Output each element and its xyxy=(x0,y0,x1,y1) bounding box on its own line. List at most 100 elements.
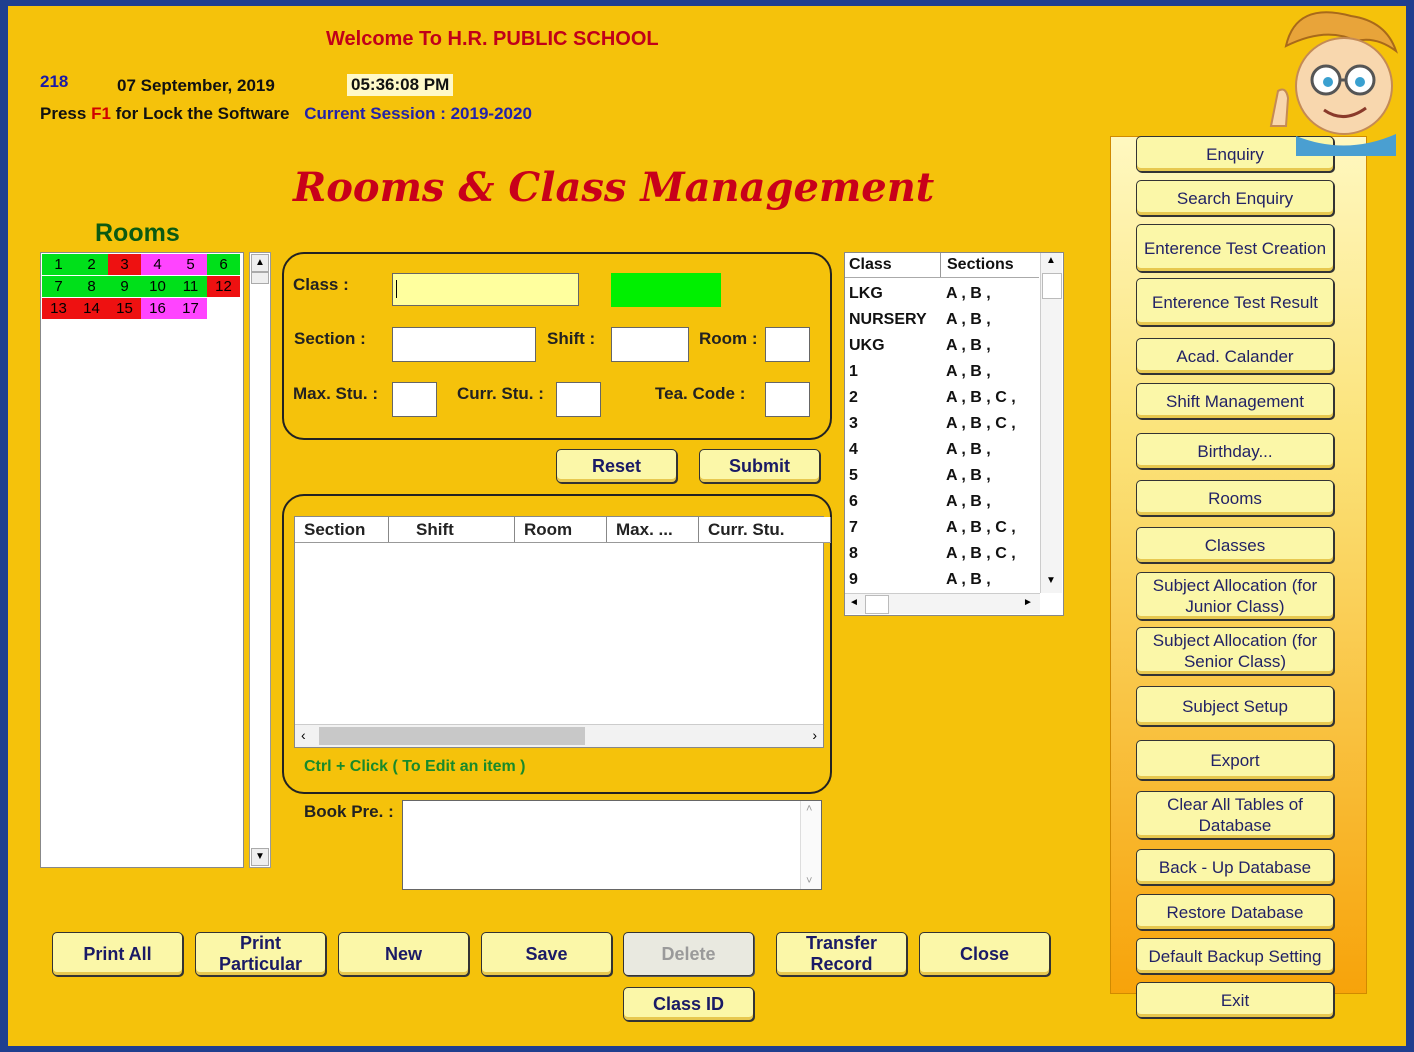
class-col-header[interactable]: Class xyxy=(849,256,892,274)
room-cell[interactable]: 10 xyxy=(141,276,174,297)
room-cell[interactable]: 9 xyxy=(108,276,141,297)
room-cell[interactable]: 2 xyxy=(75,254,108,275)
class-list-sections[interactable]: A , B , xyxy=(946,493,991,511)
side-menu-button[interactable]: Clear All Tables of Database xyxy=(1136,791,1334,839)
side-menu-button[interactable]: Acad. Calander xyxy=(1136,338,1334,374)
grid-col-shift[interactable]: Shift xyxy=(389,517,515,542)
class-list-item[interactable]: 1 xyxy=(849,363,858,381)
grid-col-room[interactable]: Room xyxy=(515,517,607,542)
chevron-up-icon[interactable]: ˄ xyxy=(806,803,812,815)
class-list-sections[interactable]: A , B , xyxy=(946,337,991,355)
scroll-left-icon[interactable]: ‹ xyxy=(301,727,306,743)
scroll-up-icon[interactable]: ▲ xyxy=(251,254,269,272)
class-list-item[interactable]: 5 xyxy=(849,467,858,485)
side-menu-button[interactable]: Classes xyxy=(1136,527,1334,563)
transfer-record-button[interactable]: Transfer Record xyxy=(776,932,907,976)
class-list-item[interactable]: 3 xyxy=(849,415,858,433)
room-cell[interactable]: 4 xyxy=(141,254,174,275)
tea-code-input[interactable] xyxy=(765,382,810,417)
class-list-hscroll[interactable]: ◄ ► xyxy=(845,593,1040,614)
print-all-button[interactable]: Print All xyxy=(52,932,183,976)
class-list-item[interactable]: LKG xyxy=(849,285,883,303)
class-list-item[interactable]: 2 xyxy=(849,389,858,407)
book-pre-textarea[interactable]: ˄ ˅ xyxy=(402,800,822,890)
side-menu-button[interactable]: Default Backup Setting xyxy=(1136,938,1334,974)
class-list-sections[interactable]: A , B , C , xyxy=(946,519,1016,537)
sections-col-header[interactable]: Sections xyxy=(947,256,1014,274)
room-cell[interactable]: 13 xyxy=(42,298,75,319)
section-input[interactable] xyxy=(392,327,536,362)
room-cell[interactable]: 12 xyxy=(207,276,240,297)
class-list-sections[interactable]: A , B , C , xyxy=(946,389,1016,407)
class-list-item[interactable]: NURSERY xyxy=(849,311,927,329)
class-list-sections[interactable]: A , B , xyxy=(946,311,991,329)
class-list-sections[interactable]: A , B , C , xyxy=(946,415,1016,433)
side-menu-button[interactable]: Subject Setup xyxy=(1136,686,1334,726)
room-cell[interactable]: 3 xyxy=(108,254,141,275)
save-button[interactable]: Save xyxy=(481,932,612,976)
side-menu-button[interactable]: Enterence Test Result xyxy=(1136,278,1334,326)
side-menu-button[interactable]: Back - Up Database xyxy=(1136,849,1334,885)
side-menu-button[interactable]: Enterence Test Creation xyxy=(1136,224,1334,272)
class-list-sections[interactable]: A , B , xyxy=(946,467,991,485)
grid-hscroll[interactable]: ‹ › xyxy=(295,724,823,747)
class-list-item[interactable]: 9 xyxy=(849,571,858,589)
class-list-sections[interactable]: A , B , C , xyxy=(946,545,1016,563)
room-cell[interactable]: 15 xyxy=(108,298,141,319)
hscroll-thumb[interactable] xyxy=(319,727,585,745)
room-cell[interactable]: 6 xyxy=(207,254,240,275)
class-list-item[interactable]: UKG xyxy=(849,337,885,355)
room-cell[interactable]: 16 xyxy=(141,298,174,319)
scroll-right-icon[interactable]: › xyxy=(812,727,817,743)
close-button[interactable]: Close xyxy=(919,932,1050,976)
class-list-sections[interactable]: A , B , xyxy=(946,363,991,381)
side-menu-button[interactable]: Search Enquiry xyxy=(1136,180,1334,216)
class-list[interactable]: Class Sections ▲ ▼ ◄ ► LKG A , B , NURSERY… xyxy=(844,252,1064,616)
print-particular-button[interactable]: Print Particular xyxy=(195,932,326,976)
rooms-list[interactable]: 1 2 3 4 5 6 7 8 9 10 11 12 13 14 15 16 17 xyxy=(40,252,244,868)
grid-col-curr[interactable]: Curr. Stu. xyxy=(699,517,831,542)
grid-col-section[interactable]: Section xyxy=(295,517,389,542)
side-menu-button[interactable]: Export xyxy=(1136,740,1334,780)
class-list-item[interactable]: 6 xyxy=(849,493,858,511)
section-grid[interactable]: Section Shift Room Max. ... Curr. Stu. ‹… xyxy=(294,516,831,748)
side-menu-button[interactable]: Subject Allocation (for Senior Class) xyxy=(1136,627,1334,675)
room-input[interactable] xyxy=(765,327,810,362)
side-menu-button[interactable]: Birthday... xyxy=(1136,433,1334,469)
scroll-left-icon[interactable]: ◄ xyxy=(849,597,859,608)
scroll-up-icon[interactable]: ▲ xyxy=(1046,255,1056,266)
class-list-vscroll[interactable]: ▲ ▼ xyxy=(1040,253,1062,593)
delete-button[interactable]: Delete xyxy=(623,932,754,976)
class-list-item[interactable]: 7 xyxy=(849,519,858,537)
max-stu-input[interactable] xyxy=(392,382,437,417)
room-cell[interactable]: 8 xyxy=(75,276,108,297)
room-cell[interactable]: 17 xyxy=(174,298,207,319)
class-id-button[interactable]: Class ID xyxy=(623,987,754,1021)
submit-button[interactable]: Submit xyxy=(699,449,820,483)
curr-stu-input[interactable] xyxy=(556,382,601,417)
grid-col-max[interactable]: Max. ... xyxy=(607,517,699,542)
scroll-thumb[interactable] xyxy=(251,272,269,284)
class-list-sections[interactable]: A , B , xyxy=(946,441,991,459)
reset-button[interactable]: Reset xyxy=(556,449,677,483)
room-cell[interactable]: 14 xyxy=(75,298,108,319)
class-list-item[interactable]: 8 xyxy=(849,545,858,563)
room-cell[interactable]: 7 xyxy=(42,276,75,297)
class-input[interactable] xyxy=(392,273,579,306)
side-menu-button[interactable]: Rooms xyxy=(1136,480,1334,516)
chevron-down-icon[interactable]: ˅ xyxy=(806,875,812,887)
side-menu-button[interactable]: Subject Allocation (for Junior Class) xyxy=(1136,572,1334,620)
hscroll-thumb[interactable] xyxy=(865,595,889,614)
class-list-item[interactable]: 4 xyxy=(849,441,858,459)
side-menu-button[interactable]: Restore Database xyxy=(1136,894,1334,930)
class-list-sections[interactable]: A , B , xyxy=(946,285,991,303)
scroll-right-icon[interactable]: ► xyxy=(1023,597,1033,608)
shift-input[interactable] xyxy=(611,327,689,362)
room-cell[interactable]: 11 xyxy=(174,276,207,297)
scroll-down-icon[interactable]: ▼ xyxy=(1046,575,1056,586)
scroll-thumb[interactable] xyxy=(1042,273,1062,299)
side-menu-button[interactable]: Shift Management xyxy=(1136,383,1334,419)
rooms-scrollbar[interactable]: ▲ ▼ xyxy=(249,252,271,868)
textarea-scrollbar[interactable]: ˄ ˅ xyxy=(800,801,821,889)
new-button[interactable]: New xyxy=(338,932,469,976)
